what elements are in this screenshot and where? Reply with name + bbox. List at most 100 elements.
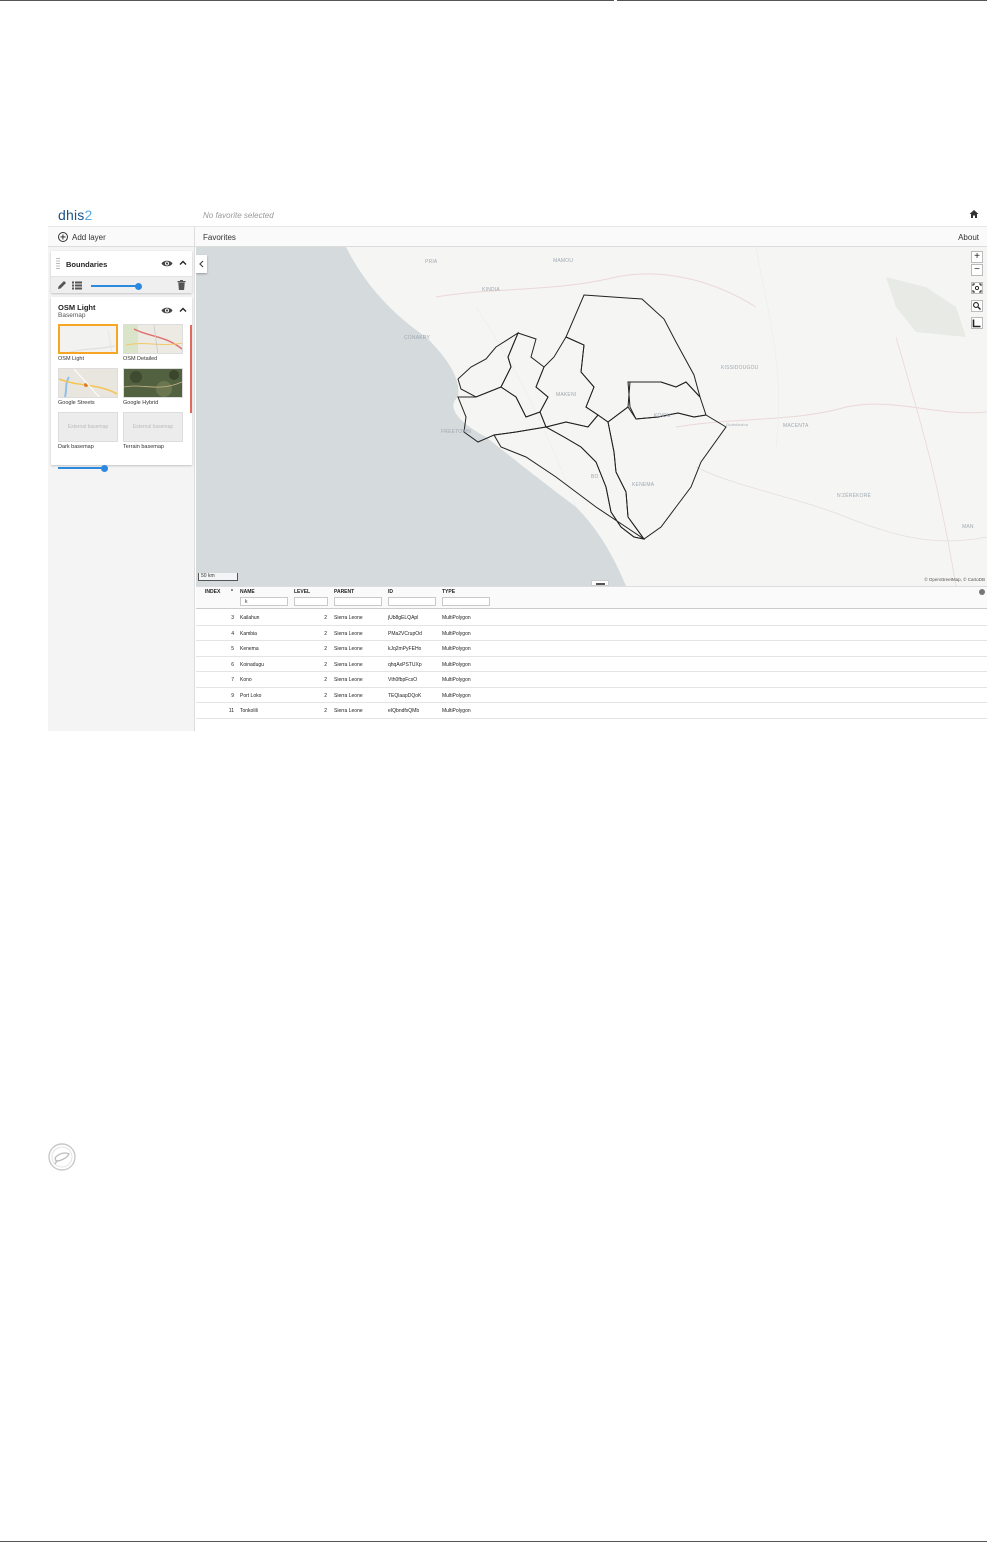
cell-id: eIQbndfxQMb <box>388 708 420 714</box>
cell-level: 2 <box>324 677 327 683</box>
column-header-index[interactable]: INDEX <box>205 589 220 595</box>
search-icon <box>973 302 981 310</box>
basemap-thumbnail <box>123 368 183 398</box>
zoom-in-button[interactable]: + <box>971 251 983 263</box>
cell-level: 2 <box>324 615 327 621</box>
measure-icon <box>972 319 981 328</box>
table-row[interactable]: 5 Kenema 2 Sierra Leone kJq2mPyFEHo MultiPoly… <box>196 641 987 657</box>
edit-pencil-icon[interactable] <box>57 280 67 290</box>
column-header-name[interactable]: NAME <box>240 589 255 595</box>
basemap-option-label: Terrain basemap <box>123 444 164 450</box>
cell-parent: Sierra Leone <box>334 677 363 683</box>
cell-type: MultiPolygon <box>442 630 471 637</box>
dhis2-logo[interactable]: dhis2 <box>58 207 92 223</box>
home-icon[interactable] <box>969 209 979 219</box>
add-layer-button[interactable]: Add layer <box>48 227 195 247</box>
bottom-rule <box>0 1541 987 1542</box>
cell-index: 7 <box>231 677 234 683</box>
map-label-kindia: KINDIA <box>482 287 500 293</box>
cell-index: 11 <box>228 708 234 714</box>
map-label-kenema: KENEMA <box>632 482 655 488</box>
id-filter-input[interactable] <box>388 597 436 606</box>
about-link[interactable]: About <box>958 233 979 242</box>
map-view[interactable]: PRIA MAMOU KINDIA CONAKRY KISSIDOUGOU MA… <box>196 247 987 586</box>
chevron-up-icon[interactable] <box>179 259 187 267</box>
favorite-title: No favorite selected <box>203 211 274 220</box>
app-toolbar: Add layer Favorites About <box>48 226 987 247</box>
cell-level: 2 <box>324 692 327 699</box>
opacity-slider-knob[interactable] <box>100 464 108 472</box>
drag-handle-icon[interactable] <box>56 258 60 270</box>
visibility-eye-icon[interactable] <box>161 259 173 268</box>
delete-trash-icon[interactable] <box>177 280 186 290</box>
cell-id: Vth0fbpFcsO <box>388 677 418 683</box>
map-label-macenta: MACENTA <box>783 423 809 429</box>
basemap-option-google-streets[interactable]: Google Streets <box>58 368 118 406</box>
search-button[interactable] <box>971 300 983 312</box>
data-table-icon[interactable] <box>72 281 82 290</box>
cell-id: jUb8gELQApl <box>388 615 419 621</box>
fit-bounds-button[interactable] <box>971 282 983 294</box>
cell-parent: Sierra Leone <box>334 630 363 637</box>
cell-level: 2 <box>324 661 327 668</box>
column-header-level[interactable]: LEVEL <box>294 589 310 595</box>
basemap-option-dark[interactable]: External basemap Dark basemap <box>58 412 118 450</box>
basemap-option-terrain[interactable]: External basemap Terrain basemap <box>123 412 183 450</box>
layer-title: Boundaries <box>66 260 108 269</box>
table-row[interactable]: 7 Kono 2 Sierra Leone Vth0fbpFcsO MultiPolygo… <box>196 672 987 688</box>
cell-parent: Sierra Leone <box>334 646 363 652</box>
basemap-title: OSM Light <box>58 303 96 312</box>
cell-id: kJq2mPyFEHo <box>388 646 422 652</box>
basemap-option-google-hybrid[interactable]: Google Hybrid <box>123 368 183 406</box>
favorites-menu[interactable]: Favorites <box>203 233 236 242</box>
column-header-type[interactable]: TYPE <box>442 589 455 595</box>
add-circle-icon <box>58 232 68 242</box>
cell-index: 4 <box>231 630 234 637</box>
level-filter-input[interactable] <box>294 597 328 606</box>
opacity-slider-knob[interactable] <box>135 282 142 290</box>
basemap-opacity-slider[interactable] <box>58 464 108 472</box>
cell-parent: Sierra Leone <box>334 661 363 668</box>
basemap-option-label: OSM Light <box>58 356 84 362</box>
basemap-thumbnail <box>123 324 183 354</box>
table-row[interactable]: 3 Kailahun 2 Sierra Leone jUb8gELQApl MultiPo… <box>196 610 987 626</box>
cell-name: Koinadugu <box>240 661 264 668</box>
zoom-out-button[interactable]: − <box>971 264 983 276</box>
cell-name: Tonkolili <box>240 708 258 714</box>
layer-toolbar <box>51 276 192 293</box>
collapse-panel-button[interactable] <box>196 255 207 273</box>
table-row[interactable]: 9 Port Loko 2 Sierra Leone TEQlaapDQoK MultiP… <box>196 688 987 703</box>
layer-card-basemap: OSM Light Basemap OSM Light OSM Detailed <box>51 297 192 465</box>
fit-bounds-icon <box>972 283 982 293</box>
sort-indicator: * <box>231 589 233 595</box>
name-filter-input[interactable]: k <box>240 597 288 606</box>
map-attribution[interactable]: © OpenStreetMap, © CartoDB <box>924 577 985 582</box>
parent-filter-input[interactable] <box>334 597 382 606</box>
column-header-id[interactable]: ID <box>388 589 393 595</box>
map-label-man: MAN <box>962 524 974 530</box>
table-row[interactable]: 4 Kambia 2 Sierra Leone PMa2VCrupOd MultiPoly… <box>196 626 987 641</box>
cell-parent: Sierra Leone <box>334 615 363 621</box>
basemap-subtitle: Basemap <box>58 312 86 319</box>
close-table-icon[interactable] <box>979 589 985 595</box>
table-row[interactable]: 6 Koinadugu 2 Sierra Leone qhqAxPSTUXp MultiP… <box>196 657 987 672</box>
map-label-gueckedou: Guéckédou <box>726 422 749 427</box>
column-header-parent[interactable]: PARENT <box>334 589 354 595</box>
cell-name: Port Loko <box>240 692 262 699</box>
measure-button[interactable] <box>971 317 983 329</box>
logo-accent: 2 <box>84 207 93 223</box>
basemap-list-scrollbar[interactable] <box>190 325 192 413</box>
map-canvas[interactable] <box>196 247 987 586</box>
cell-index: 3 <box>231 615 234 621</box>
basemap-option-osm-light[interactable]: OSM Light <box>58 324 118 362</box>
cell-index: 9 <box>231 692 234 699</box>
type-filter-input[interactable] <box>442 597 490 606</box>
visibility-eye-icon[interactable] <box>161 306 173 315</box>
opacity-slider[interactable] <box>91 282 142 290</box>
note-icon <box>48 1143 76 1171</box>
table-row[interactable]: 11 Tonkolili 2 Sierra Leone eIQbndfxQMb Multi… <box>196 703 987 719</box>
basemap-option-osm-detailed[interactable]: OSM Detailed <box>123 324 183 362</box>
cell-level: 2 <box>324 630 327 637</box>
chevron-up-icon[interactable] <box>179 306 187 314</box>
basemap-option-label: Google Streets <box>58 400 95 406</box>
